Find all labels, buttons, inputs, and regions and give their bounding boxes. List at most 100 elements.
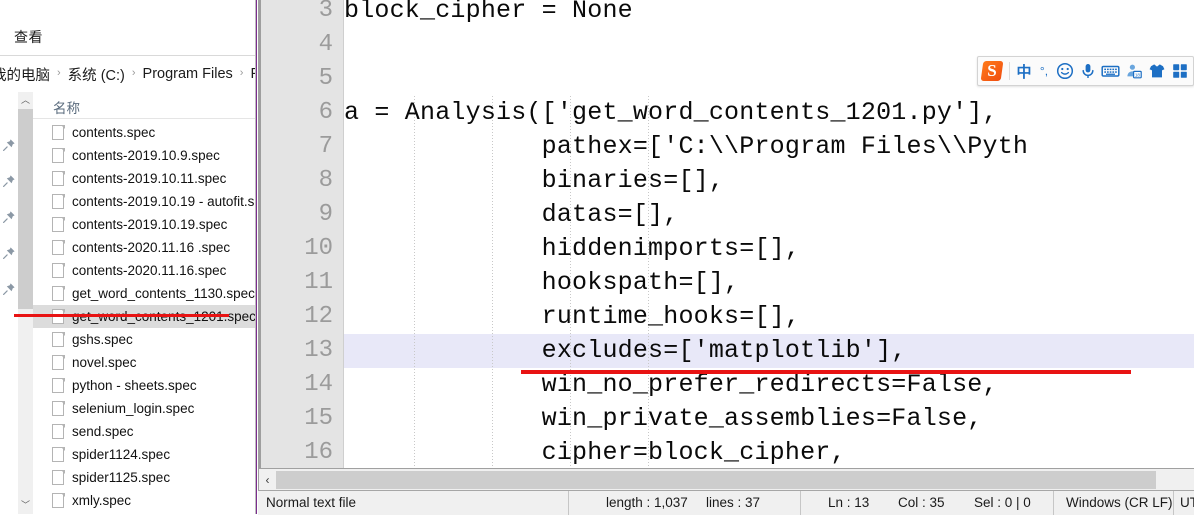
file-name-label: selenium_login.spec (72, 401, 195, 416)
status-eol: Windows (CR LF) (1066, 495, 1173, 510)
scrollbar-thumb[interactable] (18, 109, 33, 309)
file-list-item[interactable]: spider1125.spec (33, 466, 257, 489)
microphone-icon[interactable] (1076, 60, 1099, 82)
status-ln: Ln : 13 (828, 495, 870, 510)
emoji-icon[interactable] (1053, 60, 1076, 82)
spec-file-icon (52, 400, 65, 417)
scroll-up-arrow-icon[interactable]: ︿ (18, 92, 33, 109)
status-encoding: UT (1180, 495, 1194, 510)
file-list[interactable]: 名称 contents.spec contents-2019.10.9.spec c… (33, 92, 257, 514)
file-name-label: contents.spec (72, 125, 156, 140)
file-list-item[interactable]: selenium_login.spec (33, 397, 257, 420)
ime-punctuation-mode-icon[interactable]: °, (1035, 64, 1053, 78)
line-number: 7 (318, 133, 333, 160)
line-number: 15 (304, 405, 333, 432)
ribbon-tab-bar: 查看 (0, 17, 257, 56)
scroll-left-arrow-icon[interactable]: ‹ (259, 469, 276, 491)
status-divider (800, 491, 801, 515)
editor-horizontal-scrollbar[interactable]: ‹ (259, 468, 1194, 491)
status-sel: Sel : 0 | 0 (974, 495, 1031, 510)
code-line[interactable]: win_private_assemblies=False, (344, 402, 1194, 436)
gutter-edge (259, 0, 261, 468)
file-list-item[interactable]: gshs.spec (33, 328, 257, 351)
file-name-label: spider1125.spec (72, 470, 171, 485)
file-list-item[interactable]: novel.spec (33, 351, 257, 374)
code-line[interactable]: block_cipher = None (344, 0, 1194, 28)
status-lines: lines : 37 (706, 495, 761, 510)
screen: 查看 我的电脑 › 系统 (C:) › Program Files › Pyt … (0, 0, 1194, 515)
spec-file-icon (52, 377, 65, 394)
tab-view[interactable]: 查看 (14, 27, 43, 47)
line-number: 13 (304, 337, 333, 364)
pin-icon[interactable] (2, 210, 16, 224)
file-list-item[interactable]: get_word_contents_1130.spec (33, 282, 257, 305)
file-name-label: send.spec (72, 424, 134, 439)
status-bar: Normal text file length : 1,037 lines : … (258, 490, 1194, 515)
keyboard-icon[interactable] (1099, 60, 1122, 82)
code-line[interactable]: excludes=['matplotlib'], (344, 334, 1194, 368)
breadcrumb-item-my-computer[interactable]: 我的电脑 (0, 64, 50, 85)
hscrollbar-thumb[interactable] (276, 471, 1156, 489)
spec-file-icon (52, 331, 65, 348)
file-name-label: contents-2019.10.19 - autofit.spe (72, 194, 257, 209)
file-name-label: xmly.spec (72, 493, 132, 508)
spec-file-icon (52, 492, 65, 509)
code-line[interactable]: datas=[], (344, 198, 1194, 232)
toolbox-grid-icon[interactable] (1168, 60, 1191, 82)
file-explorer-window: 查看 我的电脑 › 系统 (C:) › Program Files › Pyt … (0, 0, 257, 514)
file-name-label: gshs.spec (72, 332, 133, 347)
spec-file-icon (52, 147, 65, 164)
file-list-item[interactable]: contents-2020.11.16.spec (33, 259, 257, 282)
line-number: 4 (318, 31, 333, 58)
code-line[interactable]: binaries=[], (344, 164, 1194, 198)
breadcrumb-item-system-c[interactable]: 系统 (C:) (68, 64, 125, 85)
status-col: Col : 35 (898, 495, 945, 510)
file-list-item[interactable]: spider1124.spec (33, 443, 257, 466)
line-number: 6 (318, 99, 333, 126)
window-focus-border (256, 0, 257, 514)
file-list-item[interactable]: contents-2019.10.19.spec (33, 213, 257, 236)
code-line[interactable]: runtime_hooks=[], (344, 300, 1194, 334)
line-number: 12 (304, 303, 333, 330)
code-line[interactable]: hiddenimports=[], (344, 232, 1194, 266)
code-line[interactable]: a = Analysis(['get_word_contents_1201.py… (344, 96, 1194, 130)
file-list-item[interactable]: contents-2019.10.19 - autofit.spe (33, 190, 257, 213)
calendar-person-icon[interactable]: 18 (1122, 60, 1145, 82)
breadcrumb[interactable]: 我的电脑 › 系统 (C:) › Program Files › Pyt (0, 56, 257, 93)
status-divider (1053, 491, 1054, 515)
pin-icon[interactable] (2, 138, 16, 152)
status-divider (568, 491, 569, 515)
scroll-down-arrow-icon[interactable]: ﹀ (18, 497, 33, 514)
code-line[interactable]: cipher=block_cipher, (344, 436, 1194, 468)
sogou-logo-icon[interactable]: S (980, 59, 1006, 83)
file-list-item[interactable]: send.spec (33, 420, 257, 443)
status-file-type: Normal text file (266, 495, 357, 510)
nav-pane-scrollbar[interactable]: ︿ ﹀ (18, 92, 33, 514)
file-list-item[interactable]: contents-2019.10.9.spec (33, 144, 257, 167)
pin-icon[interactable] (2, 282, 16, 296)
code-line[interactable]: hookspath=[], (344, 266, 1194, 300)
spec-file-icon (52, 239, 65, 256)
spec-file-icon (52, 170, 65, 187)
line-number: 8 (318, 167, 333, 194)
pin-icon[interactable] (2, 174, 16, 188)
spec-file-icon (52, 446, 65, 463)
ime-language-mode-chinese[interactable]: 中 (1013, 61, 1035, 82)
column-header-name[interactable]: 名称 (33, 92, 257, 119)
skin-shirt-icon[interactable] (1145, 60, 1168, 82)
code-line[interactable]: pathex=['C:\\Program Files\\Pyth (344, 130, 1194, 164)
line-number: 10 (304, 235, 333, 262)
file-list-item[interactable]: contents-2020.11.16 .spec (33, 236, 257, 259)
spec-file-icon (52, 216, 65, 233)
file-list-item[interactable]: python - sheets.spec (33, 374, 257, 397)
spec-file-icon (52, 193, 65, 210)
sogou-ime-toolbar[interactable]: S 中 °, 18 (977, 56, 1194, 86)
file-name-label: contents-2020.11.16 .spec (72, 240, 231, 255)
spec-file-icon (52, 285, 65, 302)
pin-icon[interactable] (2, 246, 16, 260)
file-list-item[interactable]: xmly.spec (33, 489, 257, 512)
file-list-item[interactable]: contents.spec (33, 121, 257, 144)
file-list-item[interactable]: contents-2019.10.11.spec (33, 167, 257, 190)
breadcrumb-item-program-files[interactable]: Program Files (143, 66, 233, 82)
code-line-red-underline-annotation (521, 370, 1131, 374)
